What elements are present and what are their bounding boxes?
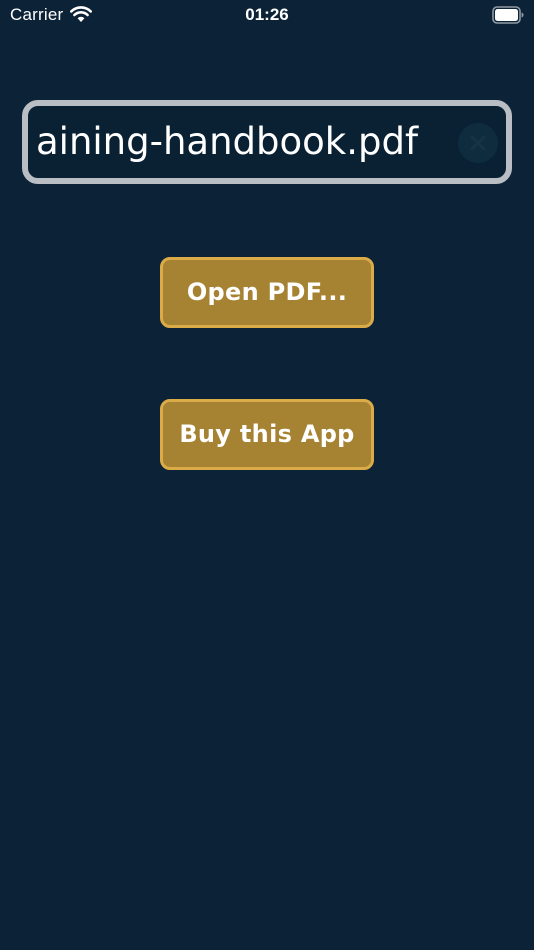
file-name-field[interactable]: aining-handbook.pdf [22, 100, 512, 184]
status-bar: Carrier 01:26 [0, 0, 534, 30]
clear-circle-icon [470, 135, 486, 151]
file-name-text[interactable]: aining-handbook.pdf [28, 106, 446, 178]
buy-app-button[interactable]: Buy this App [160, 399, 374, 470]
open-pdf-button[interactable]: Open PDF... [160, 257, 374, 328]
clear-button[interactable] [458, 123, 498, 163]
battery-full-icon [492, 6, 524, 24]
status-time: 01:26 [245, 5, 289, 24]
